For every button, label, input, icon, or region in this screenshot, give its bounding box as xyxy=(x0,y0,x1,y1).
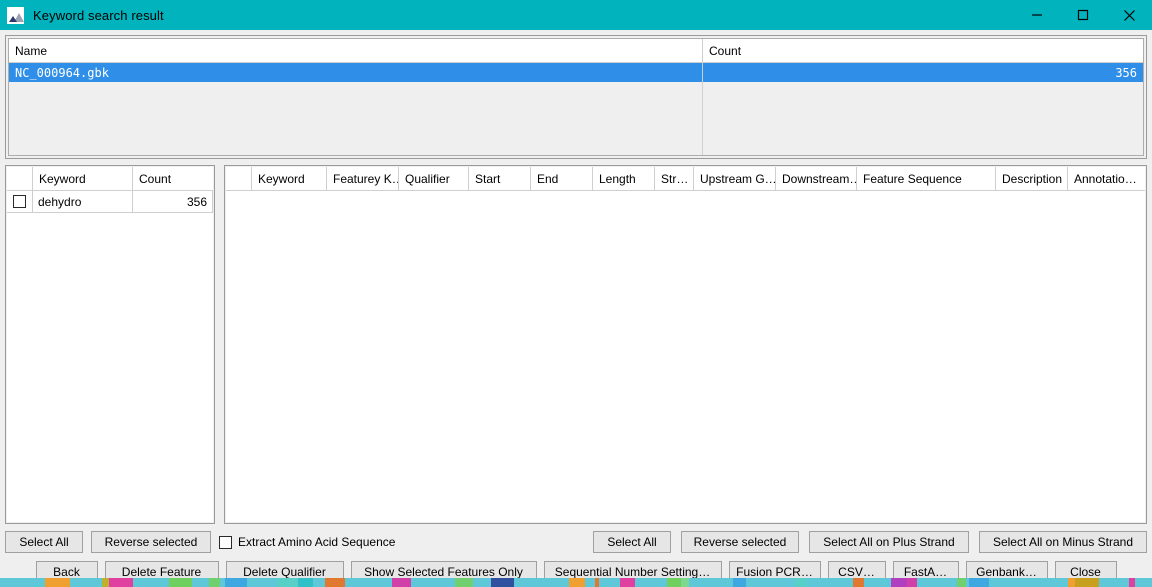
keyword-header-count[interactable]: Count xyxy=(133,167,213,190)
window-title: Keyword search result xyxy=(33,7,164,23)
close-button[interactable] xyxy=(1106,0,1152,30)
feature-header-check[interactable] xyxy=(226,167,252,190)
file-table[interactable]: Name NC_000964.gbk Count 356 xyxy=(8,38,1144,156)
maximize-button[interactable] xyxy=(1060,0,1106,30)
feature-header-upstream[interactable]: Upstream G… xyxy=(694,167,776,190)
feature-header-feature-sequence[interactable]: Feature Sequence xyxy=(857,167,996,190)
feature-grid[interactable]: Keyword Featurey K… Qualifier Start End … xyxy=(226,167,1145,522)
keyword-panel: Keyword Count dehydro 356 xyxy=(5,165,215,524)
file-column-name: Name NC_000964.gbk xyxy=(9,39,703,155)
keyword-row-keyword[interactable]: dehydro xyxy=(33,191,133,213)
feature-header-description[interactable]: Description xyxy=(996,167,1068,190)
extract-amino-checkbox-box[interactable] xyxy=(219,535,232,549)
file-row-name[interactable]: NC_000964.gbk xyxy=(9,63,702,82)
feature-header-start[interactable]: Start xyxy=(469,167,531,190)
feature-header-end[interactable]: End xyxy=(531,167,593,190)
file-row-count[interactable]: 356 xyxy=(703,63,1143,82)
feature-header-keyword[interactable]: Keyword xyxy=(252,167,327,190)
minimize-button[interactable] xyxy=(1014,0,1060,30)
feature-grid-body[interactable] xyxy=(226,191,1145,522)
keyword-grid[interactable]: Keyword Count dehydro 356 xyxy=(7,167,213,522)
feature-header-annotation[interactable]: Annotatio… xyxy=(1068,167,1138,190)
feature-panel: Keyword Featurey K… Qualifier Start End … xyxy=(224,165,1147,524)
feature-header-length[interactable]: Length xyxy=(593,167,655,190)
file-body-name xyxy=(9,82,702,155)
select-all-minus-strand-button[interactable]: Select All on Minus Strand xyxy=(979,531,1147,553)
keyword-header-keyword[interactable]: Keyword xyxy=(33,167,133,190)
window-controls xyxy=(1014,0,1152,30)
keyword-row-checkbox[interactable] xyxy=(13,195,26,208)
feature-header-feature-key[interactable]: Featurey K… xyxy=(327,167,399,190)
keyword-row-checkbox-cell[interactable] xyxy=(7,191,33,213)
keyword-search-result-window: Keyword search result Name NC_000964.gbk… xyxy=(0,0,1152,587)
window-titlebar[interactable]: Keyword search result xyxy=(0,0,1152,30)
extract-amino-acid-sequence-checkbox[interactable]: Extract Amino Acid Sequence xyxy=(219,535,395,549)
feature-select-all-button[interactable]: Select All xyxy=(593,531,671,553)
feature-grid-header: Keyword Featurey K… Qualifier Start End … xyxy=(226,167,1145,191)
file-header-name[interactable]: Name xyxy=(9,39,702,63)
feature-header-qualifier[interactable]: Qualifier xyxy=(399,167,469,190)
keyword-grid-body[interactable] xyxy=(7,213,213,522)
select-all-plus-strand-button[interactable]: Select All on Plus Strand xyxy=(809,531,969,553)
feature-header-strand[interactable]: Str… xyxy=(655,167,694,190)
keyword-header-check[interactable] xyxy=(7,167,33,190)
extract-amino-label: Extract Amino Acid Sequence xyxy=(238,535,396,549)
keyword-grid-header: Keyword Count xyxy=(7,167,213,191)
table-row[interactable]: dehydro 356 xyxy=(7,191,213,213)
keyword-reverse-selected-button[interactable]: Reverse selected xyxy=(91,531,211,553)
file-header-count[interactable]: Count xyxy=(703,39,1143,63)
background-sequence-strip xyxy=(0,578,1152,587)
file-body-count xyxy=(703,82,1143,155)
grid-toolbars: Select All Reverse selected Extract Amin… xyxy=(0,527,1152,557)
feature-header-downstream[interactable]: Downstream… xyxy=(776,167,857,190)
mountain-icon xyxy=(7,6,24,24)
file-list-panel: Name NC_000964.gbk Count 356 xyxy=(5,35,1147,159)
keyword-toolbar: Select All Reverse selected Extract Amin… xyxy=(5,531,395,553)
middle-area: Keyword Count dehydro 356 Keyword Featur… xyxy=(5,165,1147,524)
feature-toolbar: Select All Reverse selected Select All o… xyxy=(593,531,1147,553)
feature-reverse-selected-button[interactable]: Reverse selected xyxy=(681,531,799,553)
keyword-select-all-button[interactable]: Select All xyxy=(5,531,83,553)
file-column-count: Count 356 xyxy=(703,39,1143,155)
keyword-row-count[interactable]: 356 xyxy=(133,191,213,213)
